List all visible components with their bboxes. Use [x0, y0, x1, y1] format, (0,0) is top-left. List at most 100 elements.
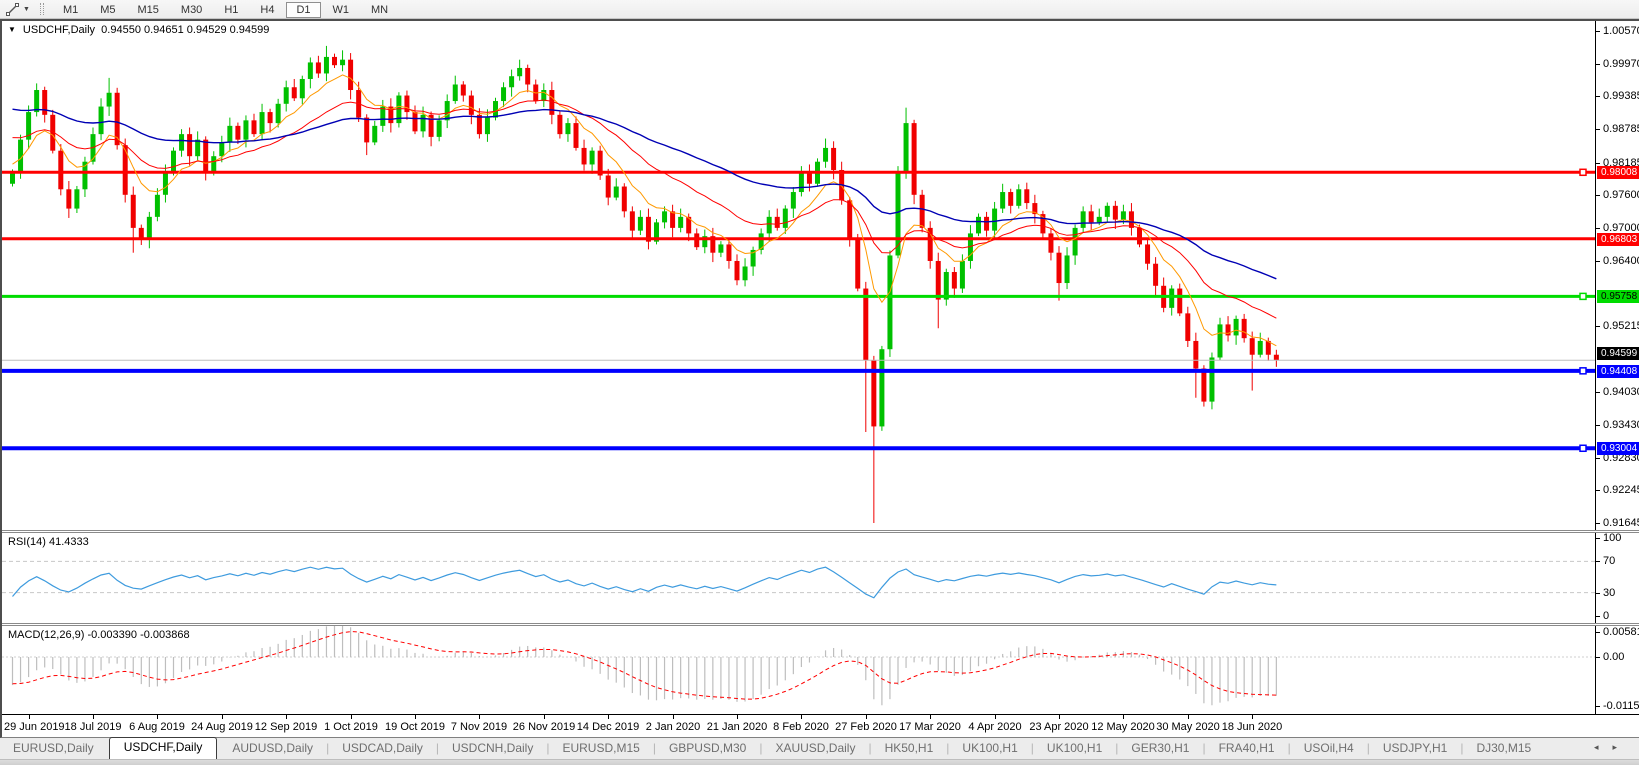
candle[interactable] — [219, 142, 225, 157]
candle[interactable] — [976, 216, 981, 234]
chart-tab-GER30-H1[interactable]: GER30,H1 — [1118, 739, 1202, 759]
candle[interactable] — [605, 175, 611, 198]
candle[interactable] — [1000, 192, 1006, 209]
candle[interactable] — [1072, 227, 1078, 256]
candle[interactable] — [806, 172, 812, 184]
chart-tab-USDCHF-Daily[interactable]: USDCHF,Daily — [108, 737, 218, 759]
drawing-tool-icon[interactable] — [4, 2, 22, 17]
date-label[interactable]: 2 Jan 2020 — [646, 721, 700, 733]
candle[interactable] — [823, 147, 829, 162]
timeframe-button-M5[interactable]: M5 — [90, 2, 125, 18]
date-label[interactable]: 24 Aug 2019 — [191, 721, 253, 733]
date-label[interactable]: 8 Feb 2020 — [773, 721, 829, 733]
candle[interactable] — [573, 123, 579, 148]
candle[interactable] — [364, 117, 370, 143]
candle[interactable] — [831, 147, 837, 170]
candle[interactable] — [1016, 189, 1022, 206]
candle[interactable] — [782, 208, 788, 228]
chart-tab-FRA40-H1[interactable]: FRA40,H1 — [1206, 739, 1288, 759]
candle[interactable] — [444, 101, 450, 121]
candle[interactable] — [235, 125, 241, 140]
candle[interactable] — [557, 114, 563, 135]
candle[interactable] — [484, 117, 490, 135]
candle[interactable] — [348, 59, 354, 91]
date-label[interactable]: 21 Jan 2020 — [707, 721, 768, 733]
rsi-line[interactable] — [12, 566, 1277, 599]
candle[interactable] — [452, 84, 458, 102]
candle[interactable] — [1169, 288, 1175, 308]
drawing-tool-dropdown-icon[interactable]: ▼ — [23, 6, 30, 13]
candle[interactable] — [790, 192, 796, 209]
candle[interactable] — [855, 238, 861, 289]
timeframe-button-M1[interactable]: M1 — [53, 2, 88, 18]
candle[interactable] — [565, 123, 571, 135]
candle[interactable] — [726, 244, 732, 261]
candle[interactable] — [509, 76, 515, 88]
rsi-indicator-pane[interactable]: RSI(14) 41.4333 100 70 30 0 — [2, 532, 1639, 623]
candle[interactable] — [227, 125, 233, 143]
tab-scroll-arrows[interactable]: ◂▸ — [1594, 742, 1631, 753]
tab-scroll-right-icon[interactable]: ▸ — [1612, 742, 1631, 752]
candle[interactable] — [629, 211, 635, 231]
candle[interactable] — [412, 112, 418, 132]
candle[interactable] — [1104, 205, 1110, 217]
candle[interactable] — [1209, 357, 1215, 402]
candle[interactable] — [581, 147, 587, 165]
candle[interactable] — [130, 194, 136, 228]
candle[interactable] — [1233, 318, 1239, 336]
tab-scroll-left-icon[interactable]: ◂ — [1594, 742, 1613, 752]
candle[interactable] — [637, 216, 643, 231]
candle[interactable] — [267, 112, 273, 124]
timeframe-button-M15[interactable]: M15 — [128, 2, 169, 18]
candle[interactable] — [1128, 211, 1134, 228]
candle[interactable] — [670, 211, 676, 228]
candle[interactable] — [332, 56, 337, 66]
candle[interactable] — [66, 189, 72, 209]
timeframe-button-MN[interactable]: MN — [361, 2, 398, 18]
candle[interactable] — [662, 211, 668, 223]
chart-tab-HK50-H1[interactable]: HK50,H1 — [872, 739, 947, 759]
candle[interactable] — [774, 216, 780, 228]
candle[interactable] — [251, 120, 257, 135]
candle[interactable] — [34, 90, 40, 113]
candle[interactable] — [1088, 211, 1094, 223]
date-label[interactable]: 6 Aug 2019 — [129, 721, 185, 733]
date-label[interactable]: 30 May 2020 — [1156, 721, 1220, 733]
date-label[interactable]: 26 Nov 2019 — [513, 721, 575, 733]
macd-indicator-pane[interactable]: MACD(12,26,9) -0.003390 -0.003868 0.0058… — [2, 626, 1639, 714]
candle[interactable] — [734, 260, 740, 281]
candle[interactable] — [1056, 252, 1062, 284]
chart-tab-USDJPY-H1[interactable]: USDJPY,H1 — [1370, 739, 1460, 759]
candle[interactable] — [1120, 211, 1126, 220]
candle[interactable] — [380, 106, 386, 126]
candle[interactable] — [195, 139, 201, 157]
date-label[interactable]: 27 Feb 2020 — [835, 721, 897, 733]
chart-tab-UK100-H1[interactable]: UK100,H1 — [949, 739, 1030, 759]
candle[interactable] — [122, 145, 128, 195]
candle[interactable] — [1273, 354, 1279, 361]
candle[interactable] — [203, 139, 209, 173]
candle[interactable] — [951, 272, 957, 289]
candle[interactable] — [1249, 338, 1255, 355]
candle[interactable] — [420, 114, 426, 132]
line-handle[interactable] — [1579, 292, 1587, 301]
candle[interactable] — [517, 67, 523, 77]
candle[interactable] — [1064, 255, 1070, 284]
timeframe-button-W1[interactable]: W1 — [323, 2, 360, 18]
candle[interactable] — [1241, 318, 1247, 339]
candle[interactable] — [340, 59, 346, 66]
candle[interactable] — [98, 106, 104, 135]
candle[interactable] — [1096, 216, 1102, 223]
date-label[interactable]: 19 Oct 2019 — [385, 721, 445, 733]
candle[interactable] — [1048, 233, 1054, 253]
candle[interactable] — [1201, 368, 1207, 402]
candle[interactable] — [613, 186, 619, 198]
candle[interactable] — [1193, 340, 1199, 369]
candle[interactable] — [211, 156, 217, 173]
candle[interactable] — [493, 101, 498, 118]
chart-tab-UK100-H1[interactable]: UK100,H1 — [1034, 739, 1115, 759]
chart-tab-USDCAD-Daily[interactable]: USDCAD,Daily — [329, 739, 436, 759]
candle[interactable] — [847, 200, 853, 239]
candle[interactable] — [315, 62, 321, 74]
candle[interactable] — [992, 208, 998, 231]
